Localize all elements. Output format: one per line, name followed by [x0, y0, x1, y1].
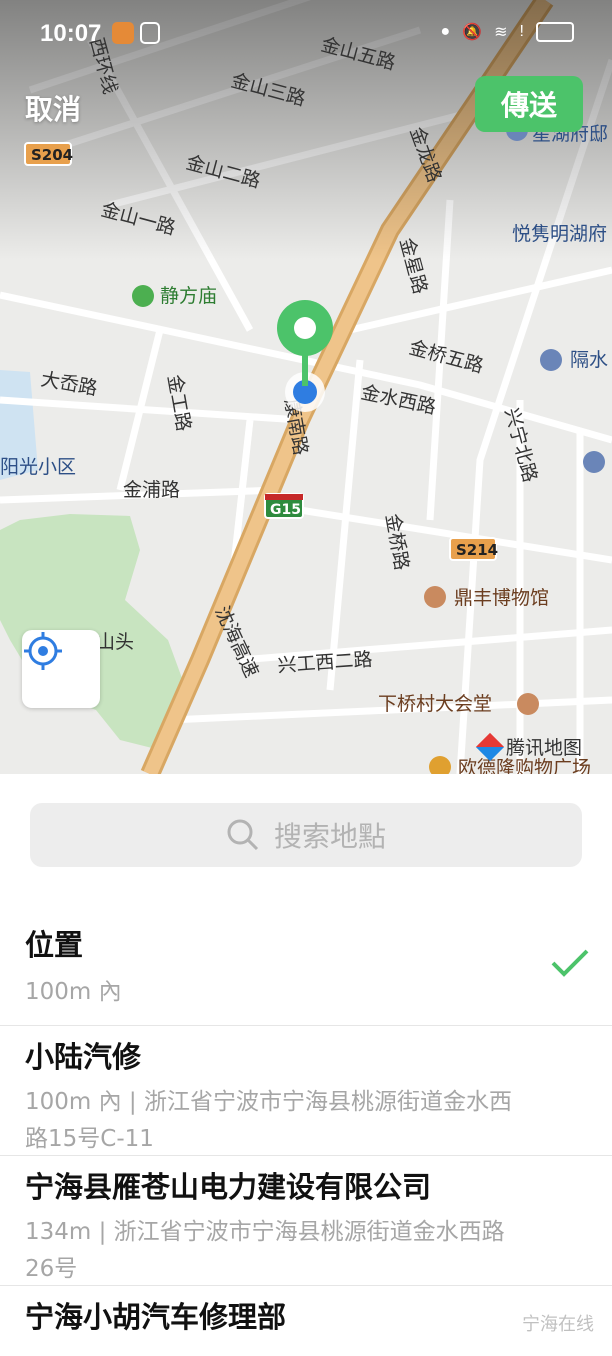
route-shield: S204 [31, 146, 73, 164]
map-label: 金桥五路 [407, 337, 486, 378]
places-list: 位置 100m 內 小陆汽修 100m 內 | 浙江省宁波市宁海县桃源街道金水西… [0, 898, 612, 1356]
place-subtitle: 134m | 浙江省宁波市宁海县桃源街道金水西路26号 [25, 1219, 505, 1282]
place-title: 宁海小胡汽车修理部 [25, 1300, 287, 1334]
crosshair-icon [24, 632, 62, 670]
place-subtitle: 100m 內 | 浙江省宁波市宁海县桃源街道金水西路15号C-11 [25, 1089, 512, 1152]
map-label: 山头 [96, 631, 134, 653]
place-subtitle: 100m 內 [25, 979, 122, 1005]
location-icon: ● [440, 23, 451, 40]
status-time: 10:07 [40, 20, 102, 47]
search-placeholder: 搜索地點 [273, 820, 386, 853]
list-item[interactable]: 宁海县雁苍山电力建设有限公司 134m | 浙江省宁波市宁海县桃源街道金水西路2… [0, 1156, 612, 1286]
place-title: 小陆汽修 [25, 1040, 142, 1074]
map-label: 阳光小区 [0, 456, 76, 478]
map-label: 静方庙 [160, 285, 217, 307]
status-bar: 10:07 ● 🔕 ≋ ! [0, 0, 612, 70]
list-item[interactable]: 位置 100m 內 [0, 898, 612, 1026]
map-provider-logo: 腾讯地图 [475, 732, 582, 761]
site-watermark: 宁海在线 [522, 1314, 594, 1335]
map-label: 隔水 [570, 349, 608, 371]
compass-icon [475, 732, 505, 761]
status-icons: ● 🔕 ≋ ! [441, 22, 574, 42]
map-label: 下桥村大会堂 [378, 693, 492, 715]
send-button[interactable]: 傳送 [475, 76, 583, 132]
route-shield: S214 [456, 541, 498, 559]
map-label: 金浦路 [123, 479, 180, 501]
map-label: 金工路 [163, 373, 195, 433]
place-title: 位置 [25, 928, 84, 962]
cancel-button[interactable]: 取消 [25, 88, 81, 128]
map-label: 金桥路 [381, 512, 413, 572]
list-item[interactable]: 宁海小胡汽车修理部 [0, 1286, 612, 1356]
my-location-button[interactable] [22, 630, 100, 708]
place-title: 宁海县雁苍山电力建设有限公司 [25, 1170, 432, 1204]
route-shield: G15 [270, 502, 301, 518]
upload-icon [140, 22, 160, 44]
alert-icon: ! [519, 23, 524, 40]
search-input[interactable]: 搜索地點 [30, 803, 582, 867]
wifi-icon: ≋ [494, 24, 508, 41]
app-notification-icon [112, 22, 134, 44]
map-label: 悦隽明湖府 [512, 223, 607, 245]
list-item[interactable]: 小陆汽修 100m 內 | 浙江省宁波市宁海县桃源街道金水西路15号C-11 [0, 1026, 612, 1156]
map-label: 大岙路 [39, 368, 99, 400]
map-label: 鼎丰博物馆 [454, 587, 549, 609]
map-view[interactable]: 金山五路 金山三路 金山二路 金山一路 金桥五路 大岙路 金水西路 金浦路 兴工… [0, 0, 612, 774]
check-icon [551, 949, 589, 977]
mute-icon: 🔕 [462, 24, 483, 41]
search-icon [227, 819, 259, 851]
battery-icon [536, 22, 574, 42]
